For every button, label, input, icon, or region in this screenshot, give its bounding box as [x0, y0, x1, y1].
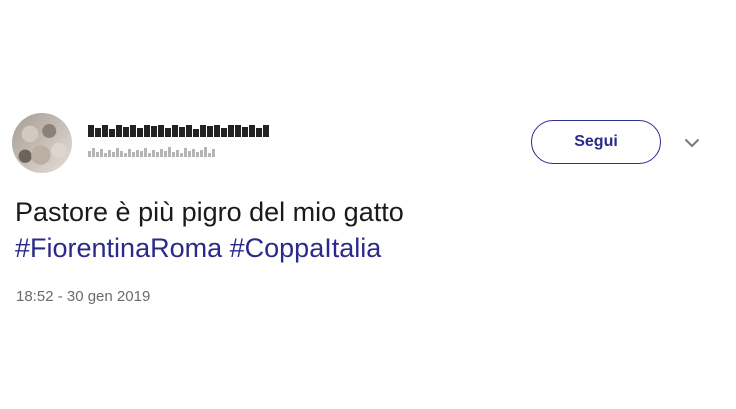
- tweet-text: Pastore è più pigro del mio gatto #Fiore…: [15, 194, 715, 266]
- follow-button[interactable]: Segui: [531, 120, 661, 164]
- username-redacted: [88, 145, 215, 157]
- display-name-redacted[interactable]: [88, 123, 269, 137]
- tweet-hashtags-line: #FiorentinaRoma #CoppaItalia: [15, 230, 715, 266]
- chevron-down-icon[interactable]: [683, 136, 701, 150]
- hashtag-link[interactable]: #CoppaItalia: [230, 233, 382, 263]
- avatar[interactable]: [12, 113, 72, 173]
- tweet-card: Segui Pastore è più pigro del mio gatto …: [0, 0, 736, 409]
- tweet-timestamp[interactable]: 18:52 - 30 gen 2019: [16, 288, 150, 305]
- tweet-text-line: Pastore è più pigro del mio gatto: [15, 197, 404, 227]
- hashtag-link[interactable]: #FiorentinaRoma: [15, 233, 222, 263]
